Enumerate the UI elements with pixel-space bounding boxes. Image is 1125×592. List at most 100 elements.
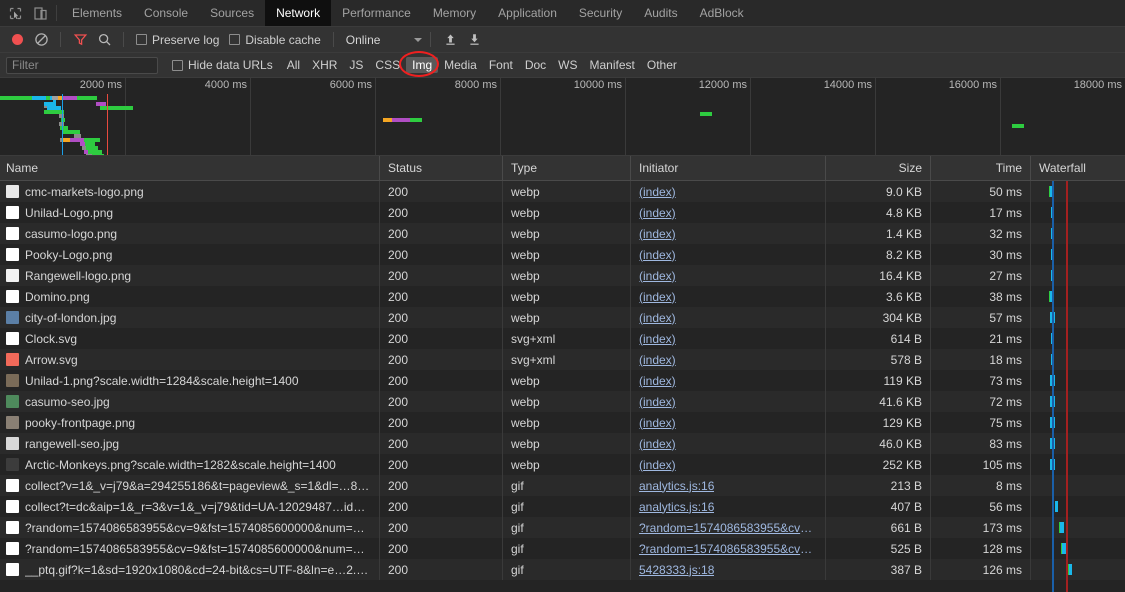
tab-performance[interactable]: Performance — [331, 0, 422, 26]
tab-memory[interactable]: Memory — [422, 0, 487, 26]
tab-console[interactable]: Console — [133, 0, 199, 26]
initiator-link[interactable]: ?random=1574086583955&cv=… — [639, 542, 817, 556]
clear-button[interactable] — [30, 29, 52, 51]
filter-type-css[interactable]: CSS — [369, 57, 406, 73]
table-row[interactable]: casumo-seo.jpg 200 webp (index) 41.6 KB 72 ms — [0, 391, 1125, 412]
initiator-link[interactable]: analytics.js:16 — [639, 500, 714, 514]
table-row[interactable]: Arrow.svg 200 svg+xml (index) 578 B 18 ms — [0, 349, 1125, 370]
cell-name[interactable]: collect?v=1&_v=j79&a=294255186&t=pagevie… — [0, 475, 380, 496]
tab-network[interactable]: Network — [265, 0, 332, 26]
network-overview-timeline[interactable]: 2000 ms 4000 ms 6000 ms 8000 ms 10000 ms 1200… — [0, 78, 1125, 156]
initiator-link[interactable]: (index) — [639, 458, 676, 472]
filter-type-img[interactable]: Img — [406, 57, 439, 73]
cell-name[interactable]: Unilad-Logo.png — [0, 202, 380, 223]
initiator-link[interactable]: (index) — [639, 416, 676, 430]
table-row[interactable]: __ptq.gif?k=1&sd=1920x1080&cd=24-bit&cs=… — [0, 559, 1125, 580]
filter-input[interactable] — [6, 56, 158, 74]
initiator-link[interactable]: (index) — [639, 395, 676, 409]
initiator-link[interactable]: ?random=1574086583955&cv=… — [639, 521, 817, 535]
tab-elements[interactable]: Elements — [61, 0, 133, 26]
table-row[interactable]: casumo-logo.png 200 webp (index) 1.4 KB 32 ms — [0, 223, 1125, 244]
hide-data-urls-checkbox[interactable]: Hide data URLs — [172, 58, 273, 72]
filter-type-media[interactable]: Media — [438, 57, 483, 73]
cell-name[interactable]: casumo-logo.png — [0, 223, 380, 244]
tab-adblock[interactable]: AdBlock — [689, 0, 755, 26]
initiator-link[interactable]: (index) — [639, 311, 676, 325]
column-header-name[interactable]: Name — [0, 156, 380, 181]
table-row[interactable]: ?random=1574086583955&cv=9&fst=157408560… — [0, 517, 1125, 538]
preserve-log-checkbox[interactable]: Preserve log — [132, 33, 223, 47]
table-row[interactable]: Pooky-Logo.png 200 webp (index) 8.2 KB 30 ms — [0, 244, 1125, 265]
cell-name[interactable]: Pooky-Logo.png — [0, 244, 380, 265]
column-header-initiator[interactable]: Initiator — [631, 156, 826, 181]
cell-name[interactable]: collect?t=dc&aip=1&_r=3&v=1&_v=j79&tid=U… — [0, 496, 380, 517]
cell-name[interactable]: Unilad-1.png?scale.width=1284&scale.heig… — [0, 370, 380, 391]
table-row[interactable]: ?random=1574086583955&cv=9&fst=157408560… — [0, 538, 1125, 559]
table-row[interactable]: pooky-frontpage.png 200 webp (index) 129 KB 7… — [0, 412, 1125, 433]
table-row[interactable]: Unilad-Logo.png 200 webp (index) 4.8 KB 17 ms — [0, 202, 1125, 223]
cell-name[interactable]: Arctic-Monkeys.png?scale.width=1282&scal… — [0, 454, 380, 475]
tab-audits[interactable]: Audits — [633, 0, 688, 26]
initiator-link[interactable]: (index) — [639, 290, 676, 304]
cell-name[interactable]: rangewell-seo.jpg — [0, 433, 380, 454]
initiator-link[interactable]: (index) — [639, 437, 676, 451]
cell-name[interactable]: Clock.svg — [0, 328, 380, 349]
table-row[interactable]: Clock.svg 200 svg+xml (index) 614 B 21 ms — [0, 328, 1125, 349]
cell-name[interactable]: pooky-frontpage.png — [0, 412, 380, 433]
cell-name[interactable]: Rangewell-logo.png — [0, 265, 380, 286]
initiator-link[interactable]: analytics.js:16 — [639, 479, 714, 493]
table-row[interactable]: Rangewell-logo.png 200 webp (index) 16.4 KB 2… — [0, 265, 1125, 286]
cell-name[interactable]: ?random=1574086583955&cv=9&fst=157408560… — [0, 517, 380, 538]
column-header-type[interactable]: Type — [503, 156, 631, 181]
table-row[interactable]: rangewell-seo.jpg 200 webp (index) 46.0 KB 83… — [0, 433, 1125, 454]
import-har-button[interactable] — [439, 29, 461, 51]
record-button[interactable] — [6, 29, 28, 51]
filter-type-all[interactable]: All — [281, 57, 306, 73]
column-header-status[interactable]: Status — [380, 156, 503, 181]
table-row[interactable]: collect?v=1&_v=j79&a=294255186&t=pagevie… — [0, 475, 1125, 496]
cell-name[interactable]: city-of-london.jpg — [0, 307, 380, 328]
cell-name[interactable]: ?random=1574086583955&cv=9&fst=157408560… — [0, 538, 380, 559]
initiator-link[interactable]: (index) — [639, 248, 676, 262]
column-header-size[interactable]: Size — [826, 156, 931, 181]
tab-security[interactable]: Security — [568, 0, 633, 26]
initiator-link[interactable]: (index) — [639, 206, 676, 220]
tab-sources[interactable]: Sources — [199, 0, 265, 26]
filter-type-manifest[interactable]: Manifest — [584, 57, 641, 73]
filter-type-xhr[interactable]: XHR — [306, 57, 343, 73]
disable-cache-checkbox[interactable]: Disable cache — [225, 33, 324, 47]
filter-button[interactable] — [69, 29, 91, 51]
filter-type-ws[interactable]: WS — [552, 57, 583, 73]
device-toolbar-icon[interactable] — [33, 6, 48, 21]
initiator-link[interactable]: (index) — [639, 185, 676, 199]
cell-name[interactable]: cmc-markets-logo.png — [0, 181, 380, 202]
column-header-time[interactable]: Time — [931, 156, 1031, 181]
table-row[interactable]: cmc-markets-logo.png 200 webp (index) 9.0 KB… — [0, 181, 1125, 202]
initiator-link[interactable]: (index) — [639, 374, 676, 388]
table-row[interactable]: Unilad-1.png?scale.width=1284&scale.heig… — [0, 370, 1125, 391]
search-button[interactable] — [93, 29, 115, 51]
filter-type-js[interactable]: JS — [343, 57, 369, 73]
tab-application[interactable]: Application — [487, 0, 568, 26]
initiator-link[interactable]: (index) — [639, 227, 676, 241]
cell-initiator: (index) — [631, 412, 826, 433]
cell-name[interactable]: casumo-seo.jpg — [0, 391, 380, 412]
cell-name[interactable]: Arrow.svg — [0, 349, 380, 370]
table-row[interactable]: Arctic-Monkeys.png?scale.width=1282&scal… — [0, 454, 1125, 475]
initiator-link[interactable]: (index) — [639, 353, 676, 367]
inspect-element-icon[interactable] — [8, 6, 23, 21]
column-header-waterfall[interactable]: Waterfall — [1031, 156, 1125, 181]
filter-type-doc[interactable]: Doc — [519, 57, 552, 73]
initiator-link[interactable]: (index) — [639, 332, 676, 346]
initiator-link[interactable]: 5428333.js:18 — [639, 563, 714, 577]
table-row[interactable]: collect?t=dc&aip=1&_r=3&v=1&_v=j79&tid=U… — [0, 496, 1125, 517]
filter-type-other[interactable]: Other — [641, 57, 683, 73]
filter-type-font[interactable]: Font — [483, 57, 519, 73]
table-row[interactable]: Domino.png 200 webp (index) 3.6 KB 38 ms — [0, 286, 1125, 307]
initiator-link[interactable]: (index) — [639, 269, 676, 283]
cell-name[interactable]: Domino.png — [0, 286, 380, 307]
table-row[interactable]: city-of-london.jpg 200 webp (index) 304 KB 57… — [0, 307, 1125, 328]
cell-name[interactable]: __ptq.gif?k=1&sd=1920x1080&cd=24-bit&cs=… — [0, 559, 380, 580]
export-har-button[interactable] — [463, 29, 485, 51]
throttling-dropdown[interactable]: Online — [342, 33, 423, 47]
